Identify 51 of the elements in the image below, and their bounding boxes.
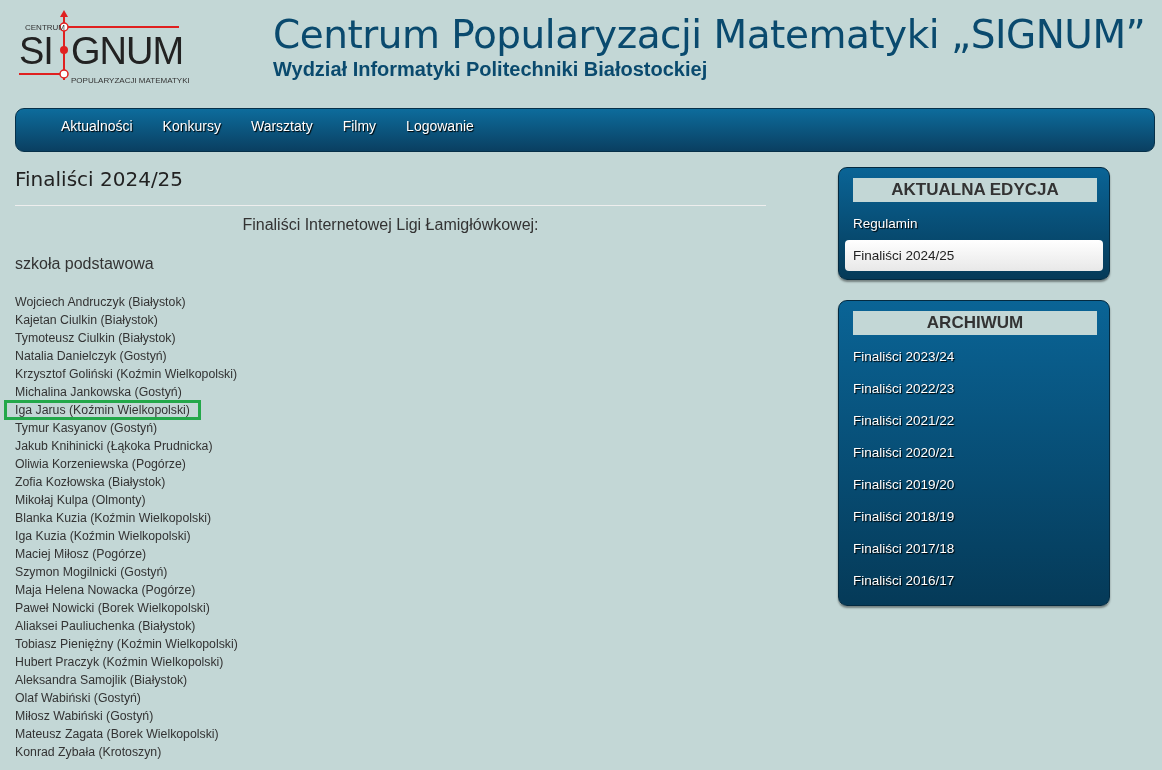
finalist-name: Michalina Jankowska (Gostyń) [14,384,183,401]
nav-link[interactable]: Warsztaty [235,118,328,134]
finalist-name: Tymur Kasyanov (Gostyń) [14,420,159,437]
finalist-name: Konrad Zybała (Krotoszyn) [14,744,163,761]
finalist-name: Aliaksei Pauliuchenka (Białystok) [14,618,197,635]
nav-link[interactable]: Logowanie [391,118,489,134]
sidebar-link[interactable]: Finaliści 2017/18 [845,533,1103,564]
finalist-name: Tymoteusz Ciulkin (Białystok) [14,330,177,347]
finalist-name: Iga Kuzia (Koźmin Wielkopolski) [14,528,192,545]
finalist-name: Tobiasz Pieniężny (Koźmin Wielkopolski) [14,636,239,653]
finalist-name: Maja Helena Nowacka (Pogórze) [14,582,197,599]
sidebar-link[interactable]: Finaliści 2022/23 [845,373,1103,404]
finalist-name: Mikołaj Kulpa (Olmonty) [14,492,147,509]
finalist-name: Kajetan Ciulkin (Białystok) [14,312,159,329]
finalist-name: Wojciech Andruczyk (Białystok) [14,294,187,311]
nav-link[interactable]: Filmy [327,118,392,134]
site-title: Centrum Popularyzacji Matematyki „SIGNUM” [273,12,1146,58]
finalist-name: Miłosz Wabiński (Gostyń) [14,708,155,725]
sidebar-link[interactable]: Finaliści 2024/25 [845,240,1103,271]
sidebar-link[interactable]: Finaliści 2018/19 [845,501,1103,532]
site-subtitle: Wydział Informatyki Politechniki Białostockiej [273,58,709,81]
section-heading: szkoła podstawowa [15,255,155,273]
finalist-name: Mateusz Zagata (Borek Wielkopolski) [14,726,220,743]
logo-text: GNUM [71,32,184,70]
finalist-name: Blanka Kuzia (Koźmin Wielkopolski) [14,510,213,527]
finalist-name: Szymon Mogilnicki (Gostyń) [14,564,169,581]
finalist-name: Krzysztof Goliński (Koźmin Wielkopolski) [14,366,239,383]
panel-title: ARCHIWUM [853,311,1097,335]
logo-text: POPULARYZACJI MATEMATYKI [71,76,190,85]
finalist-name: Olaf Wabiński (Gostyń) [14,690,142,707]
nav-link[interactable]: Konkursy [147,118,236,134]
finalist-name: Paweł Nowicki (Borek Wielkopolski) [14,600,211,617]
sidebar-link[interactable]: Finaliści 2021/22 [845,405,1103,436]
panel-title: AKTUALNA EDYCJA [853,178,1097,202]
finalist-name: Zofia Kozłowska (Białystok) [14,474,167,491]
finalist-name: Jakub Knihinicki (Łąkoka Prudnicka) [14,438,214,455]
intro-text: Finaliści Internetowej Ligi Łamigłówkowej: [241,216,540,234]
nav-link[interactable]: Aktualności [46,118,148,134]
sidebar-link[interactable]: Finaliści 2020/21 [845,437,1103,468]
sidebar-link[interactable]: Finaliści 2023/24 [845,341,1103,372]
finalist-name: Oliwia Korzeniewska (Pogórze) [14,456,187,473]
sidebar-link[interactable]: Finaliści 2019/20 [845,469,1103,500]
sidebar-link[interactable]: Regulamin [845,208,1103,239]
page-title: Finaliści 2024/25 [15,167,766,206]
finalist-name: Iga Jarus (Koźmin Wielkopolski) [5,401,200,419]
finalist-name: Hubert Praczyk (Koźmin Wielkopolski) [14,654,225,671]
finalist-name: Maciej Miłosz (Pogórze) [14,546,148,563]
logo-text: SI [19,32,53,70]
sidebar-link[interactable]: Finaliści 2016/17 [845,565,1103,596]
finalist-name: Natalia Danielczyk (Gostyń) [14,348,168,365]
finalist-name: Aleksandra Samojlik (Białystok) [14,672,189,689]
